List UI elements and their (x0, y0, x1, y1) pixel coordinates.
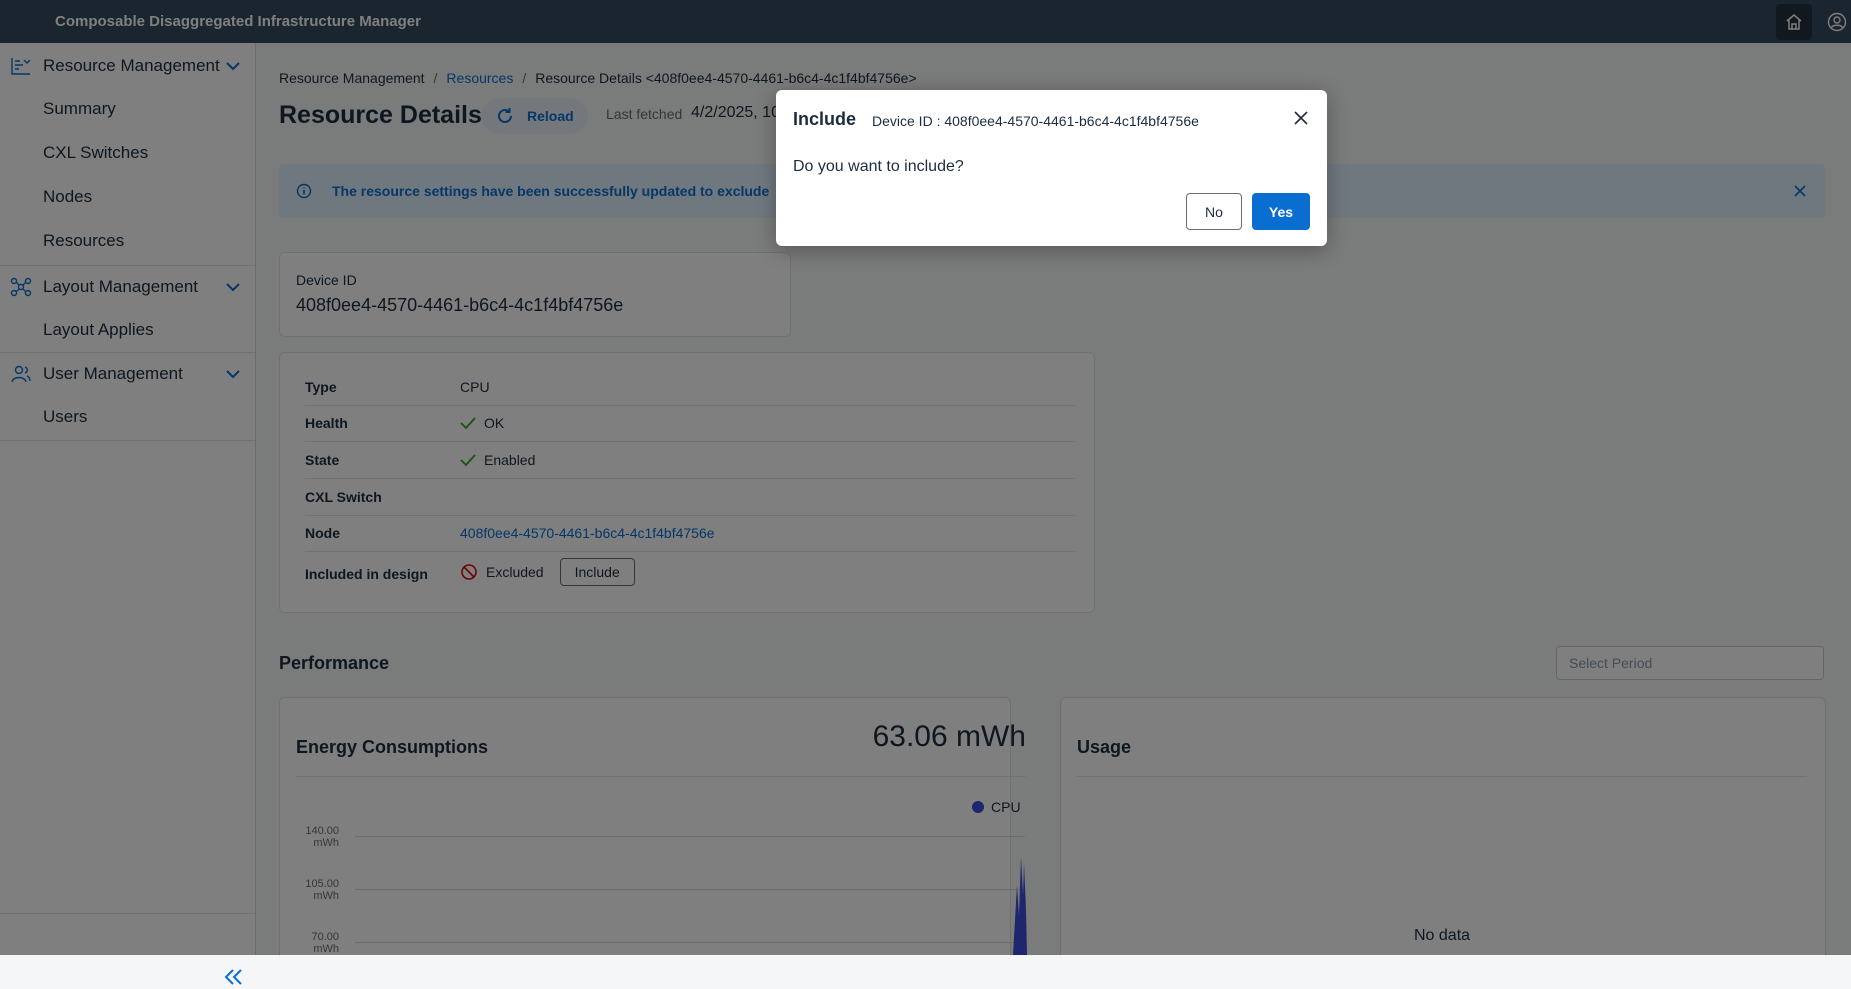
collapse-sidebar-icon[interactable] (222, 965, 246, 989)
yes-button[interactable]: Yes (1252, 193, 1310, 230)
dialog-title: Include (793, 109, 857, 129)
dialog-question: Do you want to include? (793, 158, 964, 175)
include-dialog: Include Device ID : 408f0ee4-4570-4461-b… (776, 90, 1327, 246)
no-button[interactable]: No (1186, 193, 1242, 230)
close-icon[interactable] (1291, 108, 1311, 128)
dialog-subtitle: Device ID : 408f0ee4-4570-4461-b6c4-4c1f… (872, 113, 1199, 129)
